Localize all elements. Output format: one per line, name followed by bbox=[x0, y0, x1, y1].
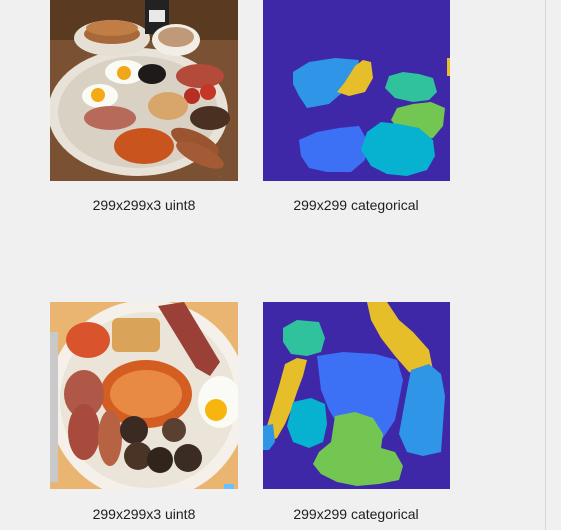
svg-text:.: . bbox=[219, 173, 220, 178]
figure-window: . 299x299x3 uint8 299x299 categorical 29… bbox=[0, 0, 561, 530]
label-caption-1: 299x299 categorical bbox=[293, 197, 419, 213]
food-photo-1: . bbox=[50, 0, 238, 181]
label-caption-2: 299x299 categorical bbox=[293, 506, 419, 522]
label-map-2 bbox=[263, 302, 450, 489]
label-map-1 bbox=[263, 0, 450, 181]
food-photo-2 bbox=[50, 302, 238, 489]
image-caption-2: 299x299x3 uint8 bbox=[92, 506, 196, 522]
image-caption-1: 299x299x3 uint8 bbox=[92, 197, 196, 213]
panel-divider bbox=[545, 0, 546, 530]
